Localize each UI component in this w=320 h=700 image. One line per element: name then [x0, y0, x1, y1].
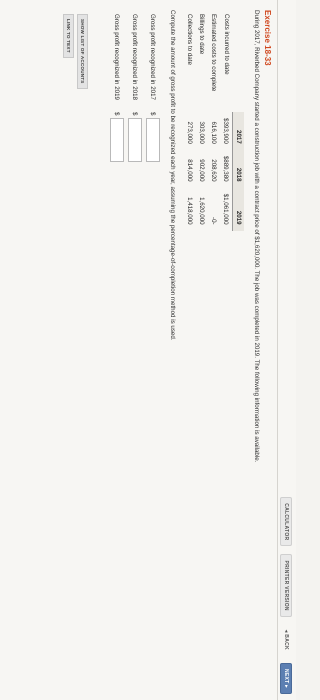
column-header: 2018 — [232, 149, 244, 188]
table-row: Costs incurred to date $393,900 $889,380… — [220, 14, 233, 231]
back-button[interactable]: ◂ BACK — [281, 625, 291, 655]
gross-profit-2017-input[interactable] — [146, 118, 160, 162]
table-cell: $1,061,000 — [222, 193, 230, 225]
table-row: Estimated costs to complete 616,100 208,… — [208, 14, 220, 231]
row-label: Collections to date — [186, 14, 194, 65]
table-cell: $393,900 — [222, 118, 230, 144]
assignment-page: CALCULATOR PRINTER VERSION ◂ BACK NEXT ▸… — [0, 0, 296, 700]
table-cell: 273,000 — [186, 121, 194, 144]
row-label: Billings to date — [198, 14, 206, 55]
exercise-title: Exercise 18-33 — [263, 10, 272, 66]
column-header: 2019 — [232, 187, 244, 231]
answer-label: Gross profit recognized in 2019 — [113, 14, 121, 100]
table-row: Collections to date 273,000 814,000 1,41… — [184, 14, 196, 231]
printer-version-button[interactable]: PRINTER VERSION — [280, 554, 292, 617]
answer-row-2019: Gross profit recognized in 2019 $ — [108, 14, 126, 162]
table-header-row: 2017 2018 2019 — [232, 14, 245, 231]
table-cell: 303,000 — [198, 121, 206, 144]
table-cell: -0- — [210, 217, 218, 225]
gross-profit-2019-input[interactable] — [110, 118, 124, 162]
table-cell: 1,620,000 — [198, 197, 206, 225]
answer-label: Gross profit recognized in 2017 — [149, 14, 157, 100]
column-header: 2017 — [232, 112, 244, 150]
row-label: Estimated costs to complete — [210, 14, 218, 92]
answer-form: Gross profit recognized in 2017 $ Gross … — [108, 14, 162, 162]
table-cell: 1,418,000 — [186, 197, 194, 225]
gross-profit-2018-input[interactable] — [128, 118, 142, 162]
calculator-button[interactable]: CALCULATOR — [280, 497, 292, 547]
table-cell: 902,000 — [198, 159, 206, 182]
toolbar: CALCULATOR PRINTER VERSION ◂ BACK NEXT ▸ — [280, 497, 292, 694]
table-corner — [233, 14, 245, 112]
link-to-text-button[interactable]: LINK TO TEXT — [63, 14, 74, 58]
row-label: Costs incurred to date — [222, 14, 230, 75]
exercise-intro: During 2017, Riverbed Company started a … — [253, 10, 260, 463]
cost-table: 2017 2018 2019 Costs incurred to date $3… — [184, 14, 244, 231]
question-instruction: Compute the amount of gross profit to be… — [169, 10, 176, 341]
answer-row-2017: Gross profit recognized in 2017 $ — [144, 14, 162, 162]
next-button[interactable]: NEXT ▸ — [280, 662, 292, 694]
table-cell: 616,100 — [210, 121, 218, 144]
show-list-of-accounts-button[interactable]: SHOW LIST OF ACCOUNTS — [77, 14, 88, 89]
table-row: Billings to date 303,000 902,000 1,620,0… — [196, 14, 208, 231]
answer-row-2018: Gross profit recognized in 2018 $ — [126, 14, 144, 162]
answer-label: Gross profit recognized in 2018 — [131, 14, 139, 100]
table-cell: 814,000 — [186, 159, 194, 182]
header-divider — [277, 0, 278, 700]
table-cell: 208,620 — [210, 159, 218, 182]
table-cell: $889,380 — [222, 155, 230, 182]
